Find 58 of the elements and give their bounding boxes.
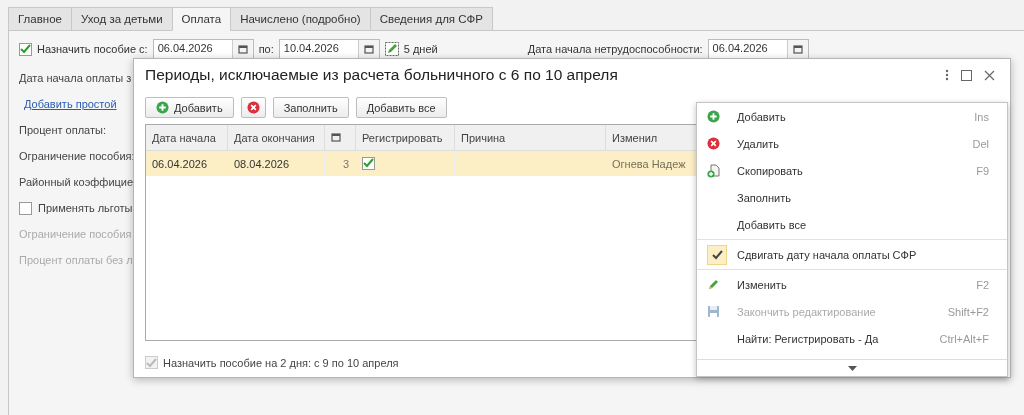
menu-item[interactable]: Добавить Ins [697,103,1007,130]
checkbox[interactable] [19,42,32,56]
tab[interactable]: Оплата [171,7,231,31]
pencil-icon [707,278,720,291]
column-header[interactable]: Причина [454,125,606,151]
close-icon[interactable] [984,69,995,81]
calendar-icon [237,44,248,54]
save-icon [707,305,720,318]
field-label: Назначить пособие с: [37,43,148,55]
menu-item[interactable]: Изменить F2 [697,271,1007,298]
menu-item[interactable]: Найти: Регистрировать - Да Ctrl+Alt+F [697,325,1007,352]
tab[interactable]: Начислено (подробно) [230,7,370,31]
date-field[interactable]: 10.04.2026 [278,39,380,59]
checkbox[interactable] [19,201,32,215]
copy-icon [707,163,720,178]
add-link[interactable]: Добавить простой [19,98,117,110]
calendar-icon [792,44,803,54]
menu-item[interactable]: Добавить все [697,211,1007,238]
dialog-title: Периоды, исключаемые из расчета больничного с 6 по 10 апреля [145,66,619,84]
days-count: 5 дней [403,43,438,55]
add-icon [707,110,720,123]
tab[interactable]: Сведения для СФР [369,7,493,31]
date-field[interactable]: 06.04.2026 [152,39,254,59]
column-header[interactable]: Дата начала [146,125,228,151]
field-label: Дата начала нетрудоспособности: [527,43,703,55]
toolbar-button[interactable]: Добавить все [355,97,447,118]
table-cell: 06.04.2026 [146,150,228,176]
field-label: по: [258,43,274,55]
checkbox-label: Применять льготы [38,202,133,214]
field-label: Ограничение пособия: [19,150,135,162]
column-header[interactable]: Дата окончания [227,125,325,151]
field-label: Дата начала оплаты з [19,72,132,84]
tab[interactable]: Главное [8,7,71,31]
add-icon [156,101,169,114]
delete-button[interactable] [240,97,266,118]
edit-icon[interactable] [384,42,399,56]
menu-item[interactable]: Заполнить [697,184,1007,211]
table-cell: 08.04.2026 [227,150,325,176]
tab[interactable]: Уход за детьми [70,7,172,31]
field-label: Районный коэффицие [19,176,134,188]
delete-icon [246,101,260,114]
scroll-down-icon[interactable] [847,365,857,371]
add-button[interactable]: Добавить [145,97,234,118]
checkbox[interactable] [362,156,375,170]
maximize-icon[interactable] [961,69,972,81]
calendar-icon [331,131,341,142]
calendar-icon [363,44,374,54]
column-header[interactable] [324,125,356,151]
more-icon[interactable] [945,69,949,81]
menu-item[interactable]: Сдвигать дату начала оплаты СФР [697,241,1007,268]
column-header[interactable]: Регистрировать [355,125,455,151]
field-label: Процент оплаты: [19,124,106,136]
field-label: Ограничение пособия [19,228,132,240]
delete-icon [707,137,720,150]
date-field[interactable]: 06.04.2026 [707,39,809,59]
checkbox-label: Назначить пособие на 2 дня: с 9 по 10 апреля [163,356,399,369]
field-label: Процент оплаты без л [19,254,133,266]
toolbar-button[interactable]: Заполнить [272,97,349,118]
